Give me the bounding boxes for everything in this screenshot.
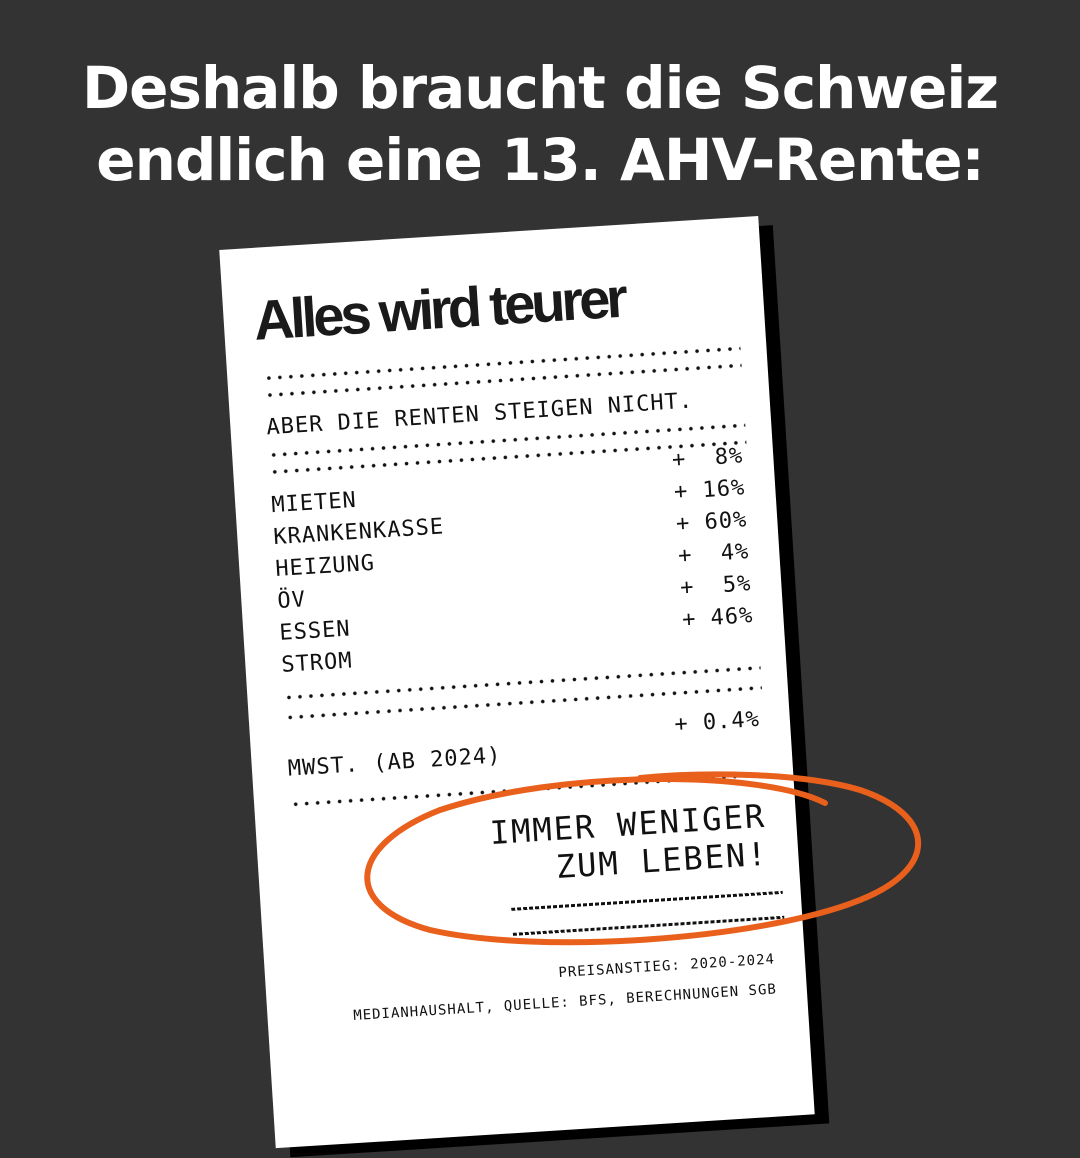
footer-price-period: PREISANSTIEG: 2020-2024 bbox=[557, 951, 776, 982]
message: IMMER WENIGER ZUM LEBEN! bbox=[489, 797, 770, 890]
headline-line-1: Deshalb braucht die Schweiz bbox=[81, 54, 999, 122]
receipt: Alles wird teurer ABER DIE RENTEN STEIGE… bbox=[219, 216, 815, 1149]
dashed-divider bbox=[511, 890, 783, 911]
dotted-divider bbox=[263, 345, 741, 382]
vat-value: + 0.4% bbox=[673, 706, 761, 738]
item-value-essen: + 5% bbox=[679, 571, 753, 601]
receipt-container: Alles wird teurer ABER DIE RENTEN STEIGE… bbox=[219, 216, 830, 1158]
item-name-mieten: MIETEN bbox=[270, 487, 358, 519]
headline: Deshalb braucht die Schweiz endlich eine… bbox=[0, 52, 1080, 196]
item-name-oev: ÖV bbox=[276, 587, 307, 614]
dashed-divider bbox=[512, 915, 785, 936]
item-value-strom: + 46% bbox=[681, 603, 755, 633]
item-value-mieten: + 8% bbox=[671, 443, 745, 473]
item-value-krankenkasse: + 16% bbox=[673, 475, 747, 505]
item-value-oev: + 4% bbox=[677, 539, 751, 569]
item-name-krankenkasse: KRANKENKASSE bbox=[272, 514, 445, 551]
vat-label: MWST. (AB 2024) bbox=[287, 743, 503, 782]
item-name-heizung: HEIZUNG bbox=[274, 550, 376, 583]
item-name-strom: STROM bbox=[280, 648, 354, 678]
footer-source: MEDIANHAUSHALT, QUELLE: BFS, BERECHNUNGE… bbox=[352, 981, 778, 1025]
dotted-divider bbox=[283, 664, 761, 701]
item-name-essen: ESSEN bbox=[278, 616, 352, 646]
headline-line-2: endlich eine 13. AHV-Rente: bbox=[96, 126, 984, 194]
item-value-heizung: + 60% bbox=[675, 507, 749, 537]
receipt-title: Alles wird teurer bbox=[251, 265, 626, 352]
